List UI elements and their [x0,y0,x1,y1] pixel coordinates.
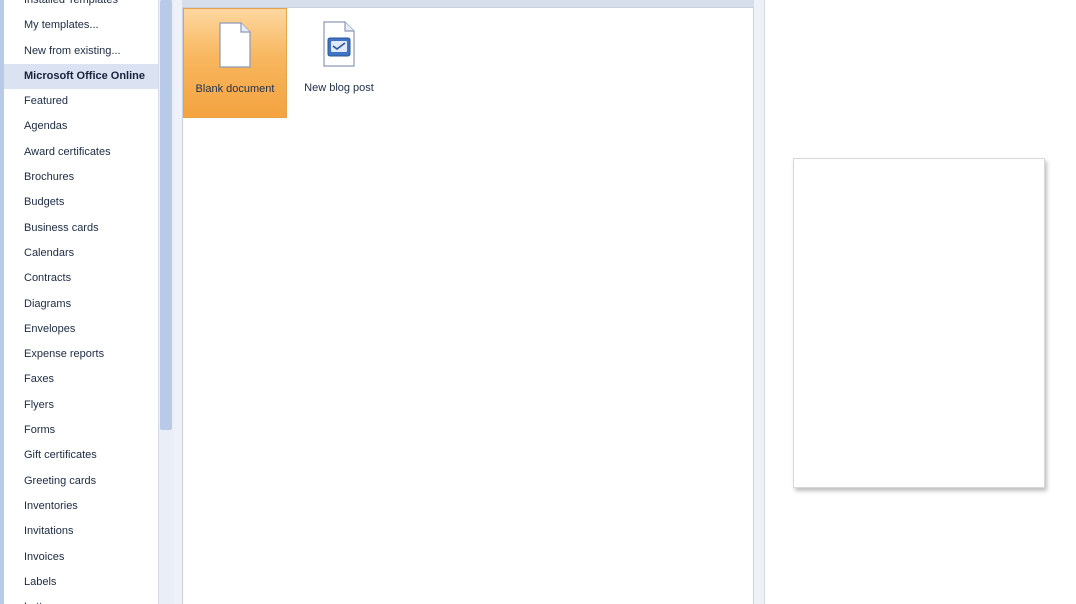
template-label: Blank document [195,83,275,95]
category-item-new-from-existing[interactable]: New from existing... [4,39,158,64]
category-item-business-cards[interactable]: Business cards [4,216,158,241]
category-item-calendars[interactable]: Calendars [4,241,158,266]
template-categories-pane: Installed Templates My templates... New fr… [0,0,158,604]
template-gallery-frame: Blank document New blog post [174,0,764,604]
category-item-my-templates[interactable]: My templates... [4,13,158,38]
categories-scrollbar-thumb[interactable] [160,0,172,430]
category-item-installed-templates[interactable]: Installed Templates [4,0,158,13]
category-item-award-certificates[interactable]: Award certificates [4,140,158,165]
category-list: Installed Templates My templates... New fr… [4,0,158,604]
blank-document-icon [217,21,253,69]
category-item-faxes[interactable]: Faxes [4,367,158,392]
category-item-gift-certificates[interactable]: Gift certificates [4,443,158,468]
category-item-featured[interactable]: Featured [4,89,158,114]
category-item-brochures[interactable]: Brochures [4,165,158,190]
category-item-diagrams[interactable]: Diagrams [4,292,158,317]
preview-page-thumbnail [793,158,1045,488]
category-item-budgets[interactable]: Budgets [4,190,158,215]
template-preview-pane [764,0,1076,604]
category-item-invitations[interactable]: Invitations [4,519,158,544]
category-item-forms[interactable]: Forms [4,418,158,443]
template-tile-new-blog-post[interactable]: New blog post [287,8,391,118]
category-item-agendas[interactable]: Agendas [4,114,158,139]
category-item-inventories[interactable]: Inventories [4,494,158,519]
template-gallery: Blank document New blog post [182,8,754,604]
category-item-labels[interactable]: Labels [4,570,158,595]
category-item-microsoft-office-online[interactable]: Microsoft Office Online [4,63,158,90]
template-tile-blank-document[interactable]: Blank document [183,8,287,118]
gallery-header-bar [182,0,754,8]
category-item-envelopes[interactable]: Envelopes [4,317,158,342]
template-label: New blog post [304,82,374,94]
category-item-expense-reports[interactable]: Expense reports [4,342,158,367]
category-item-contracts[interactable]: Contracts [4,266,158,291]
category-item-invoices[interactable]: Invoices [4,545,158,570]
category-item-flyers[interactable]: Flyers [4,393,158,418]
blog-post-icon [321,20,357,68]
category-item-greeting-cards[interactable]: Greeting cards [4,469,158,494]
categories-scrollbar[interactable] [158,0,174,604]
category-item-letters[interactable]: Letters [4,595,158,604]
